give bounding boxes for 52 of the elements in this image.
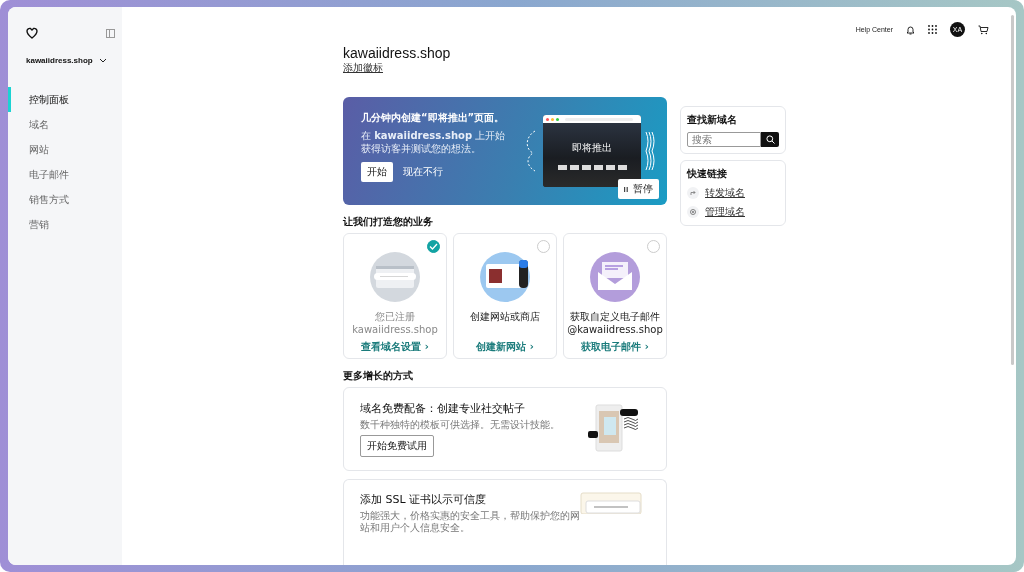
- ssl-certificate-illustration: [580, 492, 642, 514]
- nav-item[interactable]: 控制面板: [8, 87, 122, 112]
- offer-title: 域名免费配备：创建专业社交帖子: [360, 401, 526, 416]
- task-description: 获取自定义电子邮件 @kawaiidress.shop: [567, 310, 663, 334]
- scrollbar[interactable]: [1011, 15, 1014, 365]
- panel-title: 查找新域名: [687, 113, 738, 127]
- task-checkbox[interactable]: [427, 240, 440, 253]
- nav-item[interactable]: 营销: [8, 212, 122, 237]
- quick-link[interactable]: 管理域名: [705, 205, 745, 219]
- search-button[interactable]: [761, 132, 779, 147]
- apps-grid-icon[interactable]: [928, 25, 937, 34]
- add-logo-link[interactable]: 添加徽标: [343, 61, 383, 75]
- envelope-illustration: [590, 252, 640, 302]
- panel-title: 快速链接: [687, 167, 728, 181]
- countdown-drawing: [557, 164, 627, 170]
- task-link[interactable]: 创建新网站 ›: [476, 340, 534, 354]
- task-link[interactable]: 获取电子邮件 ›: [581, 340, 649, 354]
- not-now-button[interactable]: 现在不行: [403, 165, 443, 179]
- section-heading: 让我们打造您的业务: [343, 215, 434, 229]
- chevron-down-icon: [98, 58, 107, 63]
- sidebar-toggle-icon[interactable]: [106, 28, 115, 38]
- free-trial-button[interactable]: 开始免费试用: [360, 435, 434, 457]
- pause-icon: [624, 186, 628, 192]
- banner-title: 几分钟内创建“即将推出”页面。: [361, 111, 506, 125]
- task-link[interactable]: 查看域名设置 ›: [361, 340, 429, 354]
- preview-title: 即将推出: [572, 140, 612, 155]
- offer-description: 数千种独特的模板可供选择。无需设计技能。: [360, 419, 561, 431]
- task-description: 创建网站或商店: [470, 310, 540, 324]
- forward-arrow-icon: [687, 187, 699, 199]
- website-builder-illustration: [480, 252, 530, 302]
- section-heading: 更多增长的方式: [343, 369, 414, 383]
- task-description: 您已注册 kawaiidress.shop: [351, 310, 439, 334]
- nav-item[interactable]: 销售方式: [8, 187, 122, 212]
- search-icon: [765, 135, 775, 144]
- domain-search-field[interactable]: 搜索: [687, 132, 761, 147]
- nav-item[interactable]: 域名: [8, 112, 122, 137]
- offer-description: 功能强大，价格实惠的安全工具，帮助保护您的网站和用户个人信息安全。: [360, 510, 580, 534]
- browser-illustration: [370, 252, 420, 302]
- notification-bell-icon[interactable]: [906, 24, 915, 35]
- banner-description: 在 kawaiidress.shop 上开始获得访客并测试您的想法。: [361, 130, 507, 155]
- pause-button[interactable]: 暂停: [618, 179, 659, 199]
- logo-icon[interactable]: [26, 27, 38, 39]
- start-button[interactable]: 开始: [361, 162, 393, 182]
- offer-title: 添加 SSL 证书以示可信度: [360, 492, 488, 507]
- domain-selector[interactable]: kawaiidress.shop: [26, 56, 107, 65]
- nav-item[interactable]: 电子邮件: [8, 162, 122, 187]
- domain-title: kawaiidress.shop: [343, 45, 452, 61]
- gear-icon: [687, 206, 699, 218]
- nav-item[interactable]: 网站: [8, 137, 122, 162]
- wave-lines-icon: [645, 131, 657, 171]
- cart-icon[interactable]: [978, 24, 989, 35]
- quick-link[interactable]: 转发域名: [705, 186, 745, 200]
